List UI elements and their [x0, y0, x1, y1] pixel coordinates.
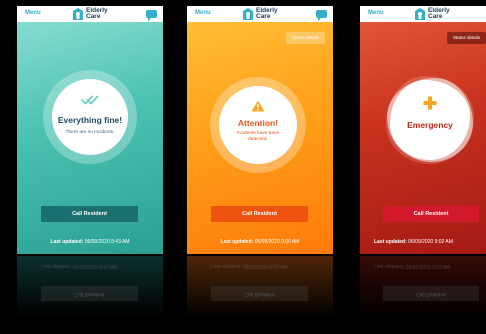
- reflection-last-updated: Last updated: 06/09/2020 9:00 AM: [211, 263, 288, 269]
- app-header: Menu Elderly Care: [360, 6, 486, 22]
- last-updated: Last updated: 06/09/2020 9:02 AM: [374, 239, 453, 245]
- last-updated: Last updated: 06/09/2020 8:43 AM: [50, 239, 130, 245]
- brand-name: Elderly Care: [86, 7, 108, 20]
- menu-button[interactable]: Menu: [368, 10, 384, 16]
- status-title: Emergency: [407, 120, 453, 130]
- medical-cross-icon: [423, 96, 437, 110]
- status-subtitle: Incidents have been detected.: [236, 131, 280, 142]
- screen-reflection: Last updated: 06/09/2020 9:00 AM Call Re…: [187, 256, 333, 334]
- status-title: Attention!: [237, 118, 279, 128]
- screen-reflection: Last updated: 06/09/2020 9:02 AM Call Re…: [360, 256, 486, 334]
- reflection-call-button: Call Resident: [41, 286, 138, 301]
- chat-icon[interactable]: [316, 10, 327, 21]
- menu-button[interactable]: Menu: [195, 10, 211, 16]
- status-subtitle: There are no incidents.: [65, 130, 115, 135]
- screen-reflection: Last updated: 06/09/2020 8:43 AM Call Re…: [17, 256, 163, 334]
- status-details-button[interactable]: Status details: [285, 32, 325, 44]
- call-resident-button[interactable]: Call Resident: [211, 206, 308, 222]
- app-header: Menu Elderly Care: [17, 6, 163, 22]
- brand-name: Elderly Care: [428, 7, 450, 20]
- double-check-icon: [81, 95, 99, 105]
- reflection-last-updated: Last updated: 06/09/2020 8:43 AM: [41, 263, 118, 269]
- phone-screen-attention: Menu Elderly Care Status details Attenti…: [187, 6, 333, 254]
- chat-icon[interactable]: [146, 10, 157, 21]
- app-header: Menu Elderly Care: [187, 6, 333, 22]
- call-resident-button[interactable]: Call Resident: [41, 206, 138, 222]
- call-resident-button[interactable]: Call Resident: [383, 206, 479, 222]
- phone-screen-emergency: Menu Elderly Care Status details Emergen…: [360, 6, 486, 254]
- reflection-call-button: Call Resident: [383, 286, 479, 301]
- reflection-last-updated: Last updated: 06/09/2020 9:02 AM: [374, 263, 451, 269]
- status-circle: Attention! Incidents have been detected.: [219, 86, 297, 164]
- warning-icon: [251, 100, 265, 112]
- elderly-care-logo-icon: [415, 8, 425, 20]
- elderly-care-logo-icon: [243, 8, 253, 20]
- status-details-button[interactable]: Status details: [446, 32, 486, 44]
- reflection-call-button: Call Resident: [211, 286, 308, 301]
- status-title: Everything fine!: [57, 115, 123, 125]
- brand-name: Elderly Care: [256, 7, 278, 20]
- phone-screen-fine: Menu Elderly Care Everything fine! There…: [17, 6, 163, 254]
- last-updated: Last updated: 06/09/2020 9:00 AM: [220, 239, 300, 245]
- menu-button[interactable]: Menu: [25, 10, 41, 16]
- elderly-care-logo-icon: [73, 8, 83, 20]
- status-circle: Everything fine! There are no incidents.: [52, 79, 128, 155]
